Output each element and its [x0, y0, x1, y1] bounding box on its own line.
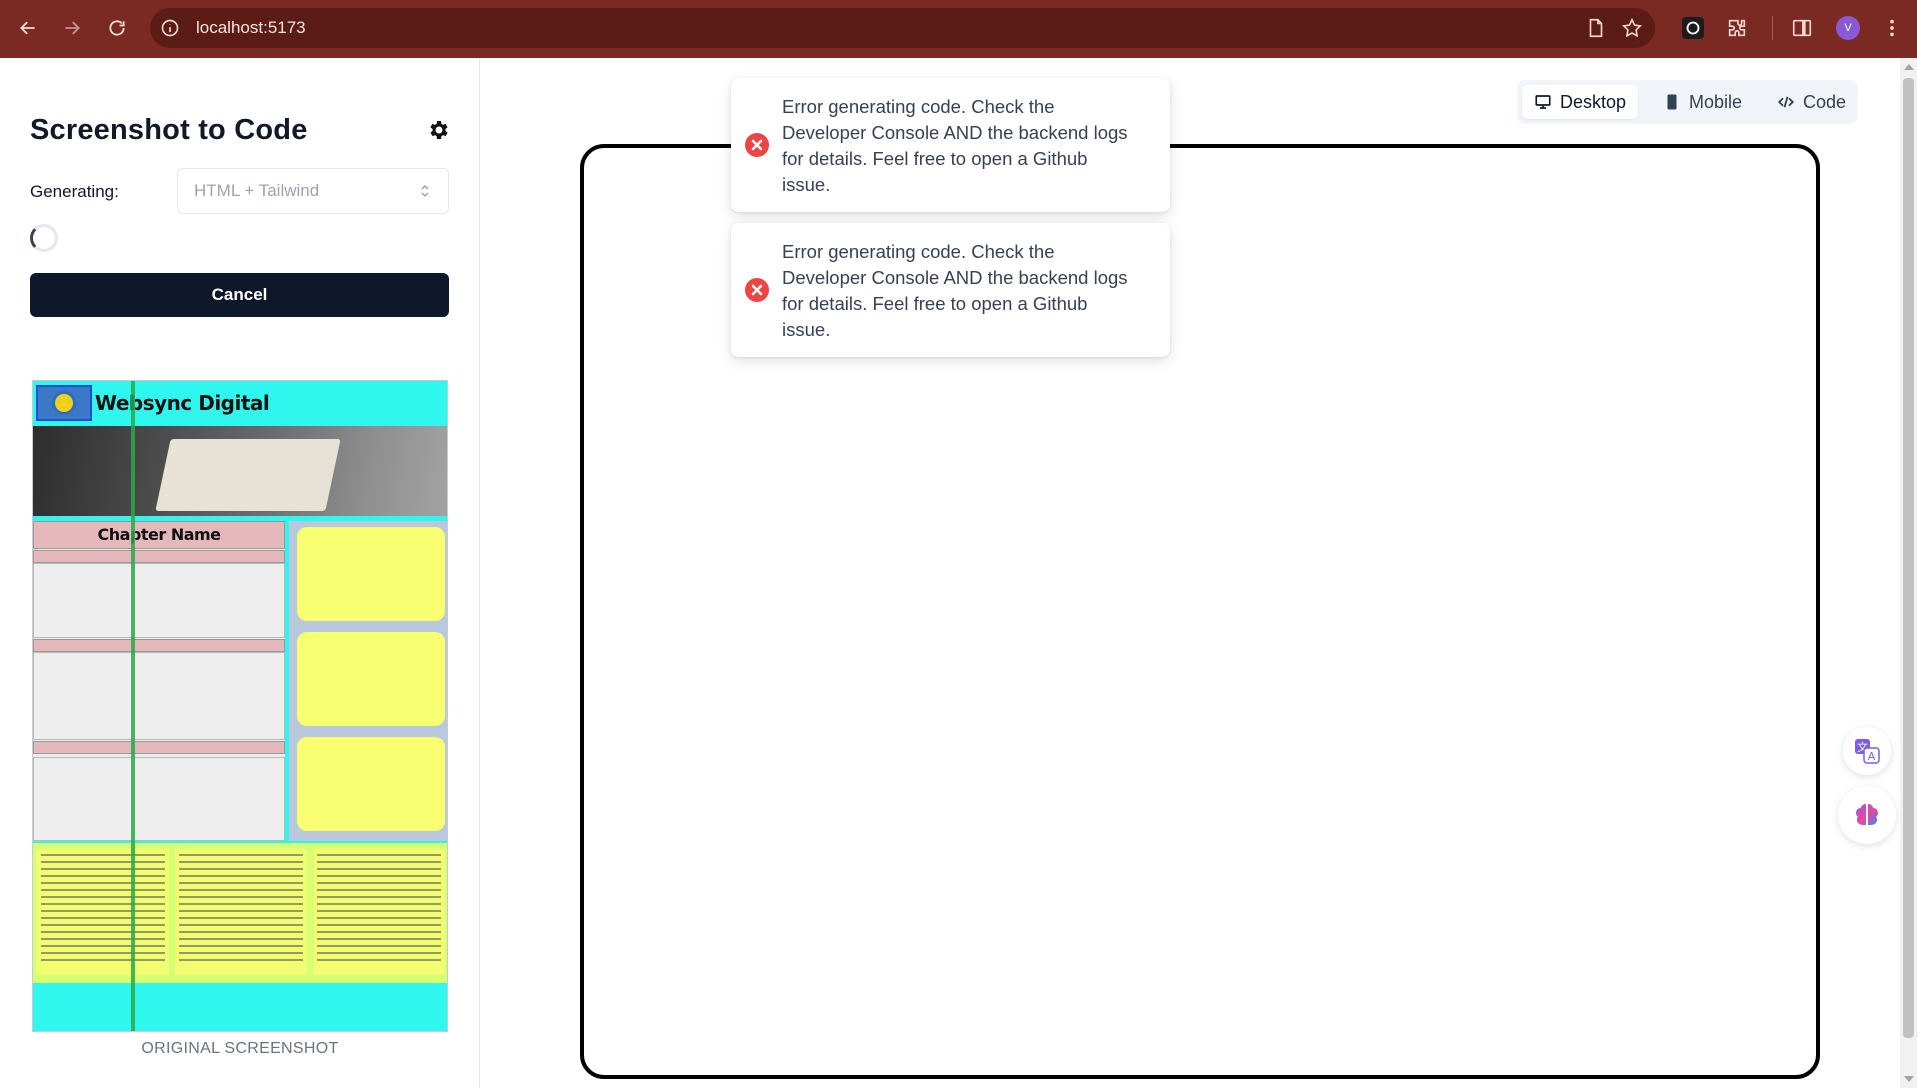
code-icon [1777, 96, 1795, 108]
tab-mobile[interactable]: Mobile [1651, 85, 1754, 119]
toolbar-divider [1772, 16, 1773, 40]
error-toast-message: Error generating code. Check the Develop… [782, 241, 1128, 340]
thumb-cell [33, 563, 285, 638]
thumb-scan-line [131, 381, 135, 1031]
thumb-header: Websync Digital [33, 381, 447, 426]
thumb-text-column [37, 849, 169, 975]
thumb-site-title: Websync Digital [95, 391, 270, 415]
translate-widget-button[interactable]: 文A [1843, 727, 1891, 775]
scrollbar-thumb[interactable] [1903, 78, 1914, 1038]
translate-icon: 文A [1855, 739, 1880, 764]
original-screenshot-thumbnail: Websync Digital Chapter Name [32, 380, 448, 1032]
cancel-button[interactable]: Cancel [30, 273, 449, 317]
scroll-up-arrow-icon[interactable] [1904, 64, 1914, 70]
settings-gear-icon[interactable] [427, 118, 451, 142]
view-tabs: Desktop Mobile Code [1517, 80, 1858, 124]
browser-toolbar: localhost:5173 V [0, 0, 1917, 58]
tab-code[interactable]: Code [1765, 85, 1858, 119]
tab-desktop[interactable]: Desktop [1522, 85, 1639, 119]
forward-button[interactable] [56, 12, 88, 44]
thumb-pink-bar [33, 741, 285, 754]
thumb-yellow-card [297, 737, 445, 831]
error-circle-icon [745, 133, 769, 157]
thumb-pink-bar [33, 639, 285, 652]
brain-icon [1856, 804, 1878, 825]
thumb-yellow-card [297, 632, 445, 726]
ai-brain-widget-button[interactable] [1838, 786, 1896, 844]
back-button[interactable] [12, 12, 44, 44]
side-panel-icon[interactable] [1788, 14, 1816, 42]
chevron-updown-icon [421, 184, 429, 198]
error-toast-message: Error generating code. Check the Develop… [782, 96, 1128, 195]
thumb-logo [36, 385, 92, 421]
tab-code-label: Code [1803, 91, 1847, 112]
thumb-cell [33, 757, 285, 841]
thumb-footer-columns [33, 843, 447, 983]
tab-mobile-label: Mobile [1689, 91, 1743, 112]
app-title: Screenshot to Code [30, 114, 308, 146]
error-toast[interactable]: Error generating code. Check the Develop… [731, 78, 1170, 212]
tab-desktop-label: Desktop [1560, 91, 1627, 112]
thumb-cell [33, 652, 285, 740]
reload-icon [109, 20, 125, 36]
arrow-right-icon [65, 21, 80, 35]
site-info-icon[interactable] [150, 8, 190, 48]
generating-label: Generating: [30, 182, 119, 201]
thumb-text-column [313, 849, 445, 975]
url-text: localhost:5173 [196, 18, 306, 37]
thumb-hero-book [155, 439, 341, 511]
page-icon[interactable] [1585, 17, 1607, 39]
profile-avatar[interactable]: V [1836, 16, 1860, 40]
thumb-chapter-header: Chapter Name [33, 521, 285, 549]
thumbnail-caption: ORIGINAL SCREENSHOT [141, 1040, 339, 1057]
extensions-puzzle-icon[interactable] [1723, 14, 1751, 42]
extension-openai-icon[interactable] [1682, 17, 1704, 39]
thumb-chapter-panel: Chapter Name [33, 521, 285, 841]
arrow-left-icon [20, 21, 35, 35]
stack-select-value: HTML + Tailwind [194, 181, 320, 200]
loading-spinner [30, 224, 58, 252]
browser-menu-icon[interactable] [1878, 14, 1906, 42]
page-scrollbar[interactable] [1900, 58, 1917, 1088]
sidebar: Screenshot to Code Generating: HTML + Ta… [0, 58, 480, 1088]
thumb-sidebar-panel [289, 521, 447, 841]
monitor-icon [1535, 95, 1551, 109]
reload-button[interactable] [101, 12, 133, 44]
svg-text:A: A [1868, 750, 1876, 763]
bookmark-star-icon[interactable] [1621, 17, 1643, 39]
error-circle-icon [745, 278, 769, 302]
thumb-text-column [175, 849, 307, 975]
thumb-pink-bar [33, 550, 285, 563]
smartphone-icon [1667, 94, 1677, 110]
error-toast[interactable]: Error generating code. Check the Develop… [731, 223, 1170, 357]
stack-select[interactable]: HTML + Tailwind [177, 168, 449, 214]
scroll-down-arrow-icon[interactable] [1904, 1076, 1914, 1082]
thumb-yellow-card [297, 527, 445, 621]
address-bar[interactable]: localhost:5173 [150, 8, 1655, 48]
